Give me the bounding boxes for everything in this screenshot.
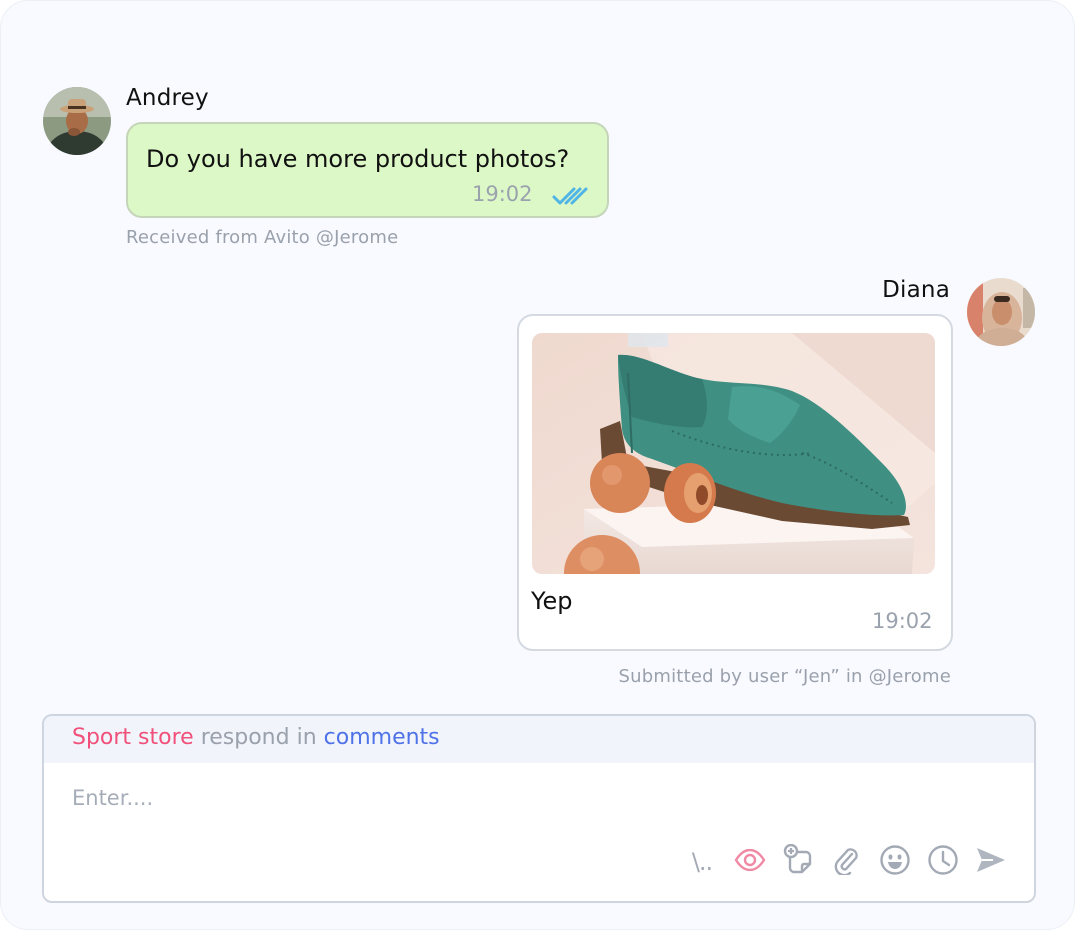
double-check-icon [552,186,590,210]
templates-icon: \.. [691,848,713,876]
respond-target-link[interactable]: comments [324,725,440,750]
incoming-message-text: Do you have more product photos? [146,145,570,173]
incoming-message-time: 19:02 [472,182,533,206]
emoji-button[interactable] [877,844,913,880]
preview-button[interactable] [732,844,768,880]
templates-button[interactable]: \.. [684,844,720,880]
sticker-button[interactable] [780,843,816,880]
incoming-source-note: Received from Avito @Jerome [126,227,399,248]
avatar-andrey[interactable] [43,87,111,155]
shoe-photo[interactable] [532,333,935,574]
channel-link[interactable]: Sport store [72,725,194,750]
sender-name-andrey: Andrey [126,85,209,111]
avatar-diana[interactable] [967,278,1035,346]
send-button[interactable] [973,844,1009,880]
eye-icon [734,848,766,875]
outgoing-message-bubble[interactable]: Yep 19:02 [517,314,953,651]
sticker-icon [782,843,814,880]
message-input[interactable] [70,780,674,816]
outgoing-message-text: Yep [531,587,573,615]
send-icon [975,846,1007,878]
clock-icon [927,844,959,880]
incoming-message-bubble[interactable]: Do you have more product photos? 19:02 [126,122,609,218]
chat-panel: Andrey Do you have more product photos? … [0,0,1075,930]
outgoing-message-time: 19:02 [872,609,933,633]
composer-channel-line: Sport store respond in comments [72,725,440,750]
message-composer: Sport store respond in comments \.. [42,714,1036,903]
schedule-button[interactable] [925,844,961,880]
attach-button[interactable] [828,844,864,880]
sender-name-diana: Diana [882,277,950,303]
composer-channel-bar: Sport store respond in comments [44,716,1034,763]
emoji-icon [879,844,911,880]
paperclip-icon [832,845,860,879]
outgoing-source-note: Submitted by user “Jen” in @Jerome [618,666,951,687]
respond-label: respond in [200,725,317,750]
